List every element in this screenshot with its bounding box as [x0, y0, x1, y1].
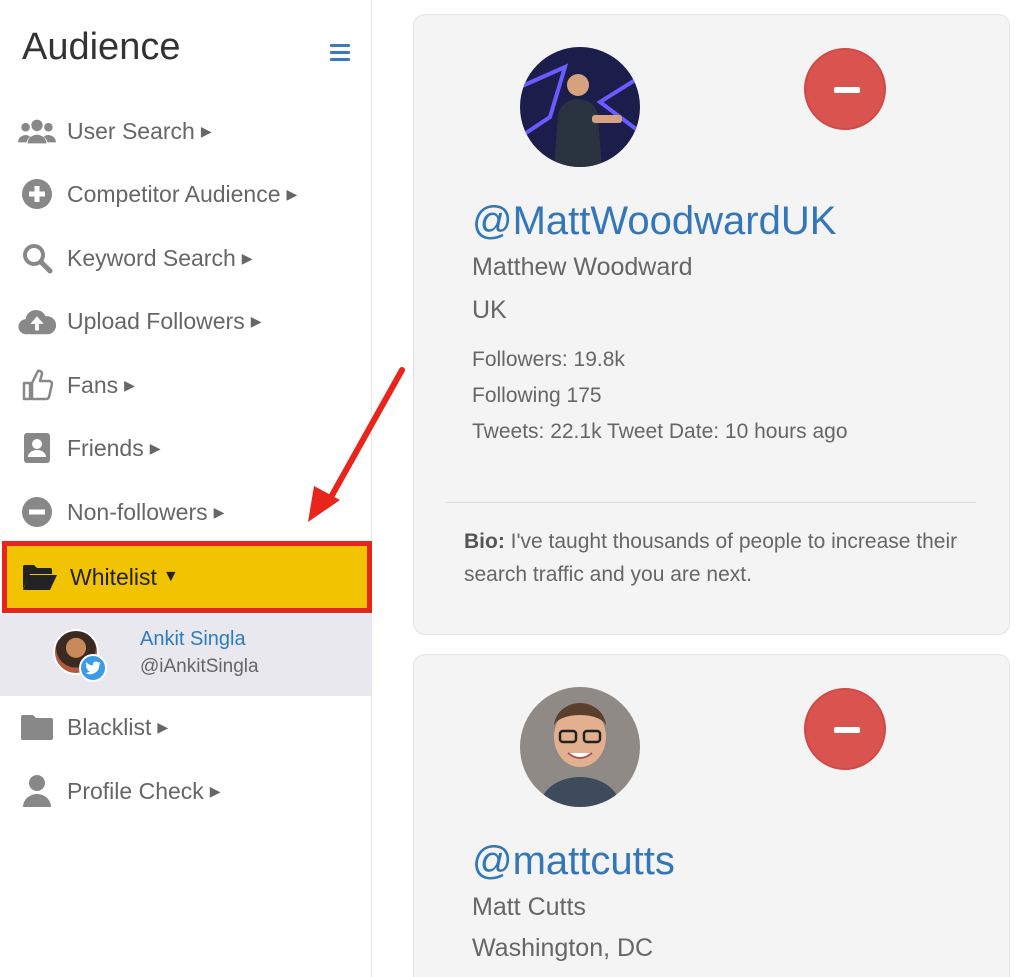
caret-down-icon: ▼ [162, 568, 179, 585]
folder-icon [18, 708, 56, 746]
sidebar-item-keyword-search[interactable]: Keyword Search ▶ [0, 230, 371, 286]
sidebar-item-label: Blacklist [67, 713, 152, 740]
followers-count: Followers: 19.8k [472, 348, 625, 371]
cloud-upload-icon [18, 302, 56, 340]
caret-right-icon: ▶ [286, 185, 298, 202]
sidebar-item-whitelist[interactable]: Whitelist ▼ [2, 541, 372, 613]
plus-circle-icon [18, 175, 56, 213]
sidebar-item-label: Fans [67, 371, 119, 398]
avatar [520, 47, 640, 167]
profile-handle-link[interactable]: @MattWoodwardUK [472, 199, 836, 244]
sidebar-item-upload-followers[interactable]: Upload Followers ▶ [0, 293, 371, 349]
sidebar-item-competitor-audience[interactable]: Competitor Audience ▶ [0, 166, 371, 222]
profile-bio: Bio: I've taught thousands of people to … [464, 525, 984, 591]
avatar [520, 687, 640, 807]
sidebar: Audience User Search ▶ Competitor Audien… [0, 0, 372, 977]
sidebar-item-label: Profile Check [67, 777, 204, 804]
caret-right-icon: ▶ [124, 376, 135, 393]
users-icon [18, 112, 56, 150]
profile-name: Matthew Woodward [472, 253, 693, 281]
sidebar-item-non-followers[interactable]: Non-followers ▶ [0, 484, 371, 540]
user-icon [18, 772, 56, 810]
minus-circle-icon [18, 493, 56, 531]
profile-location: UK [472, 296, 507, 324]
divider [446, 502, 976, 503]
sidebar-title: Audience [22, 26, 181, 68]
sidebar-item-blacklist[interactable]: Blacklist ▶ [0, 699, 371, 755]
caret-right-icon: ▶ [149, 439, 161, 456]
bio-text: I've taught thousands of people to incre… [464, 530, 958, 586]
profile-location: Washington, DC [472, 934, 654, 962]
remove-button[interactable] [804, 688, 886, 770]
sidebar-item-user-search[interactable]: User Search ▶ [0, 103, 371, 159]
sidebar-item-label: Whitelist [70, 563, 157, 590]
sidebar-item-label: User Search [67, 117, 195, 144]
following-count: Following 175 [472, 384, 602, 407]
profile-handle-link[interactable]: @mattcutts [472, 839, 675, 884]
sidebar-item-label: Non-followers [67, 498, 208, 525]
caret-right-icon: ▶ [241, 249, 253, 266]
sidebar-item-profile-check[interactable]: Profile Check ▶ [0, 763, 371, 819]
twitter-icon [79, 654, 107, 682]
caret-right-icon: ▶ [200, 122, 212, 139]
caret-right-icon: ▶ [157, 718, 169, 735]
caret-right-icon: ▶ [250, 312, 262, 329]
remove-button[interactable] [804, 48, 886, 130]
profile-card: @MattWoodwardUK Matthew Woodward UK Foll… [413, 14, 1010, 635]
sidebar-item-fans[interactable]: Fans ▶ [0, 357, 371, 413]
sidebar-item-label: Upload Followers [67, 307, 245, 334]
sidebar-item-label: Keyword Search [67, 244, 236, 271]
sidebar-item-friends[interactable]: Friends ▶ [0, 420, 371, 476]
account-name[interactable]: Ankit Singla [140, 628, 246, 651]
caret-right-icon: ▶ [209, 782, 221, 799]
account-handle: @iAnkitSingla [140, 656, 259, 677]
sidebar-item-label: Competitor Audience [67, 180, 281, 207]
contact-card-icon [18, 429, 56, 467]
profile-card: @mattcutts Matt Cutts Washington, DC [413, 654, 1010, 977]
profile-name: Matt Cutts [472, 893, 586, 921]
folder-open-icon [21, 558, 59, 596]
search-icon [18, 239, 56, 277]
whitelist-account[interactable]: Ankit Singla @iAnkitSingla [0, 614, 371, 696]
sidebar-item-label: Friends [67, 434, 144, 461]
bio-label: Bio: [464, 530, 505, 553]
thumbs-up-icon [18, 366, 56, 404]
hamburger-icon[interactable] [330, 44, 350, 62]
tweets-info: Tweets: 22.1k Tweet Date: 10 hours ago [472, 420, 848, 443]
caret-right-icon: ▶ [213, 503, 225, 520]
